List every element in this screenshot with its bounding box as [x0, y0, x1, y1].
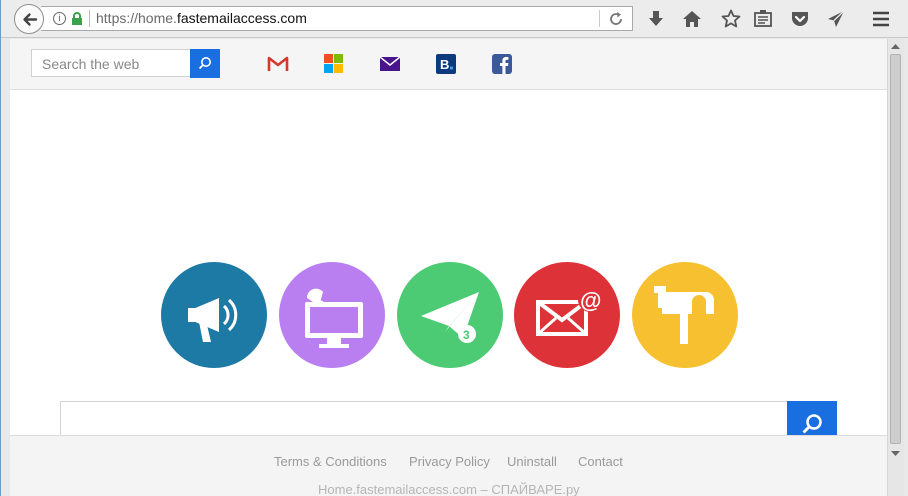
scroll-up-arrow-icon[interactable]	[890, 42, 901, 50]
envelope-at-icon: @	[536, 288, 602, 336]
address-bar[interactable]: i https://home.fastemailaccess.com	[41, 6, 633, 31]
send-icon[interactable]	[826, 9, 846, 29]
search-icon	[198, 57, 211, 70]
download-icon[interactable]	[646, 9, 666, 29]
computer-tile[interactable]	[279, 262, 385, 368]
gmail-icon[interactable]	[267, 54, 289, 74]
microsoft-icon[interactable]	[323, 54, 345, 74]
pocket-icon[interactable]	[790, 9, 810, 29]
terms-link[interactable]: Terms & Conditions	[274, 454, 387, 469]
announcement-tile[interactable]	[161, 262, 267, 368]
reading-list-icon[interactable]	[753, 9, 773, 29]
back-button[interactable]	[14, 4, 44, 34]
yahoo-mail-icon[interactable]	[379, 54, 401, 74]
browser-window: i https://home.fastemailaccess.com Searc…	[0, 0, 908, 496]
mailbox-tile[interactable]	[632, 262, 738, 368]
page-topbar: Search the web B	[10, 39, 887, 90]
hamburger-menu-icon[interactable]	[871, 9, 891, 29]
search-icon	[802, 414, 822, 434]
scroll-thumb[interactable]	[890, 54, 901, 444]
contact-link[interactable]: Contact	[578, 454, 623, 469]
reload-separator	[599, 10, 600, 27]
uninstall-link[interactable]: Uninstall	[507, 454, 557, 469]
lock-icon[interactable]	[71, 12, 83, 26]
url-separator	[89, 10, 90, 27]
bookmark-star-icon[interactable]	[721, 9, 741, 29]
page-viewport: Search the web B 3 @ Terms & Conditions …	[10, 39, 887, 496]
booking-icon[interactable]: B	[435, 54, 457, 74]
search-input[interactable]: Search the web	[31, 49, 191, 77]
svg-text:B: B	[440, 57, 449, 72]
facebook-icon[interactable]	[491, 54, 513, 74]
window-edge	[904, 39, 908, 496]
mailbox-icon	[654, 286, 714, 344]
megaphone-icon	[188, 298, 238, 342]
home-icon[interactable]	[682, 9, 702, 29]
back-arrow-icon	[23, 13, 38, 26]
footer-watermark: Home.fastemailaccess.com – СПАЙВАРЕ.ру	[318, 482, 580, 496]
page-footer: Terms & Conditions Privacy Policy Uninst…	[10, 435, 887, 496]
privacy-link[interactable]: Privacy Policy	[409, 454, 490, 469]
paper-plane-icon: 3	[421, 292, 479, 343]
browser-toolbar: i https://home.fastemailaccess.com	[1, 0, 908, 38]
info-icon[interactable]: i	[53, 12, 66, 25]
scroll-down-arrow-icon[interactable]	[890, 450, 901, 458]
vertical-scrollbar[interactable]	[887, 39, 904, 496]
search-button[interactable]	[190, 49, 220, 78]
reload-icon[interactable]	[608, 11, 624, 27]
monitor-bell-icon	[305, 288, 363, 348]
badge-count: 3	[463, 328, 470, 342]
svg-text:@: @	[580, 288, 601, 313]
send-tile[interactable]: 3	[397, 262, 503, 368]
url-text[interactable]: https://home.fastemailaccess.com	[96, 10, 307, 26]
email-tile[interactable]: @	[514, 262, 620, 368]
